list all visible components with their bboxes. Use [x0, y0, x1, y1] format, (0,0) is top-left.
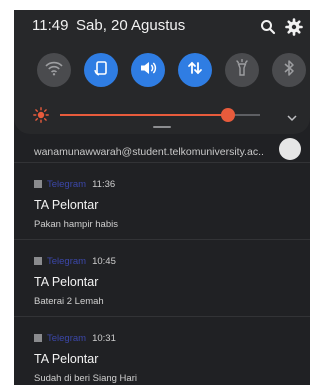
expand-button[interactable]	[279, 138, 301, 160]
notification-title: TA Pelontar	[34, 352, 99, 366]
notification-title: TA Pelontar	[34, 198, 99, 212]
status-row: 11:49 Sab, 20 Agustus	[14, 10, 310, 42]
gear-icon[interactable]	[285, 18, 303, 36]
notification-title: TA Pelontar	[34, 275, 99, 289]
tile-mobile-data[interactable]	[178, 53, 212, 87]
rotate-icon	[93, 60, 109, 81]
app-name: Telegram	[47, 332, 87, 344]
app-icon	[34, 257, 42, 265]
quick-settings-tiles	[14, 53, 310, 89]
tile-auto-rotate[interactable]	[84, 53, 118, 87]
data-transfer-icon	[187, 60, 203, 81]
bluetooth-icon	[282, 59, 296, 82]
brightness-slider[interactable]	[60, 108, 260, 122]
notification-time: 10:45	[92, 255, 116, 267]
sun-icon	[33, 107, 49, 128]
clock: 11:49	[32, 17, 69, 34]
tile-bluetooth[interactable]	[272, 53, 306, 87]
notification-list: wanamunawwarah@student.telkomuniversity.…	[14, 128, 310, 385]
volume-icon	[139, 60, 157, 81]
chevron-down-icon[interactable]	[286, 110, 298, 128]
flashlight-icon	[234, 58, 250, 82]
notification-card[interactable]: Telegram 11:36 TA Pelontar Pakan hampir …	[14, 163, 310, 240]
tile-wifi[interactable]	[37, 53, 71, 87]
search-icon[interactable]	[259, 18, 277, 36]
notification-header: Telegram 11:36	[34, 177, 115, 191]
tile-flashlight[interactable]	[225, 53, 259, 87]
brightness-fill	[60, 114, 228, 116]
wifi-icon	[45, 60, 63, 81]
brightness-thumb[interactable]	[221, 108, 235, 122]
tile-sound[interactable]	[131, 53, 165, 87]
notification-card[interactable]: Telegram 10:45 TA Pelontar Baterai 2 Lem…	[14, 240, 310, 317]
quick-settings-panel: 11:49 Sab, 20 Agustus	[14, 10, 310, 134]
app-icon	[34, 334, 42, 342]
android-screen: 11:49 Sab, 20 Agustus wanamunawwarah@stu…	[14, 10, 310, 385]
notification-header: Telegram 10:45	[34, 254, 116, 268]
notification-body: Pakan hampir habis	[34, 219, 118, 230]
account-email: wanamunawwarah@student.telkomuniversity.…	[34, 146, 264, 158]
brightness-row	[14, 104, 310, 128]
app-name: Telegram	[47, 178, 87, 190]
date: Sab, 20 Agustus	[76, 17, 186, 34]
app-icon	[34, 180, 42, 188]
notification-time: 11:36	[92, 178, 116, 190]
notification-card[interactable]: Telegram 10:31 TA Pelontar Sudah di beri…	[14, 317, 310, 385]
notification-time: 10:31	[92, 332, 116, 344]
notification-body: Baterai 2 Lemah	[34, 296, 104, 307]
panel-drag-handle[interactable]	[153, 126, 171, 128]
notification-body: Sudah di beri Siang Hari	[34, 373, 137, 384]
app-name: Telegram	[47, 255, 87, 267]
notification-header: Telegram 10:31	[34, 331, 116, 345]
